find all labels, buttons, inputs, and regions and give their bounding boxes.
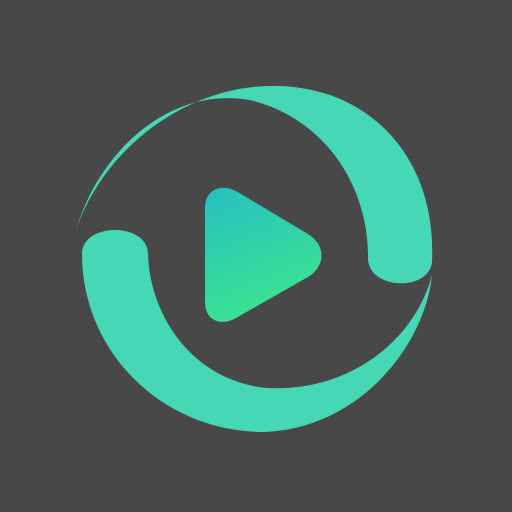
- app-icon: [0, 0, 512, 512]
- video-player-logo-icon: [0, 0, 512, 512]
